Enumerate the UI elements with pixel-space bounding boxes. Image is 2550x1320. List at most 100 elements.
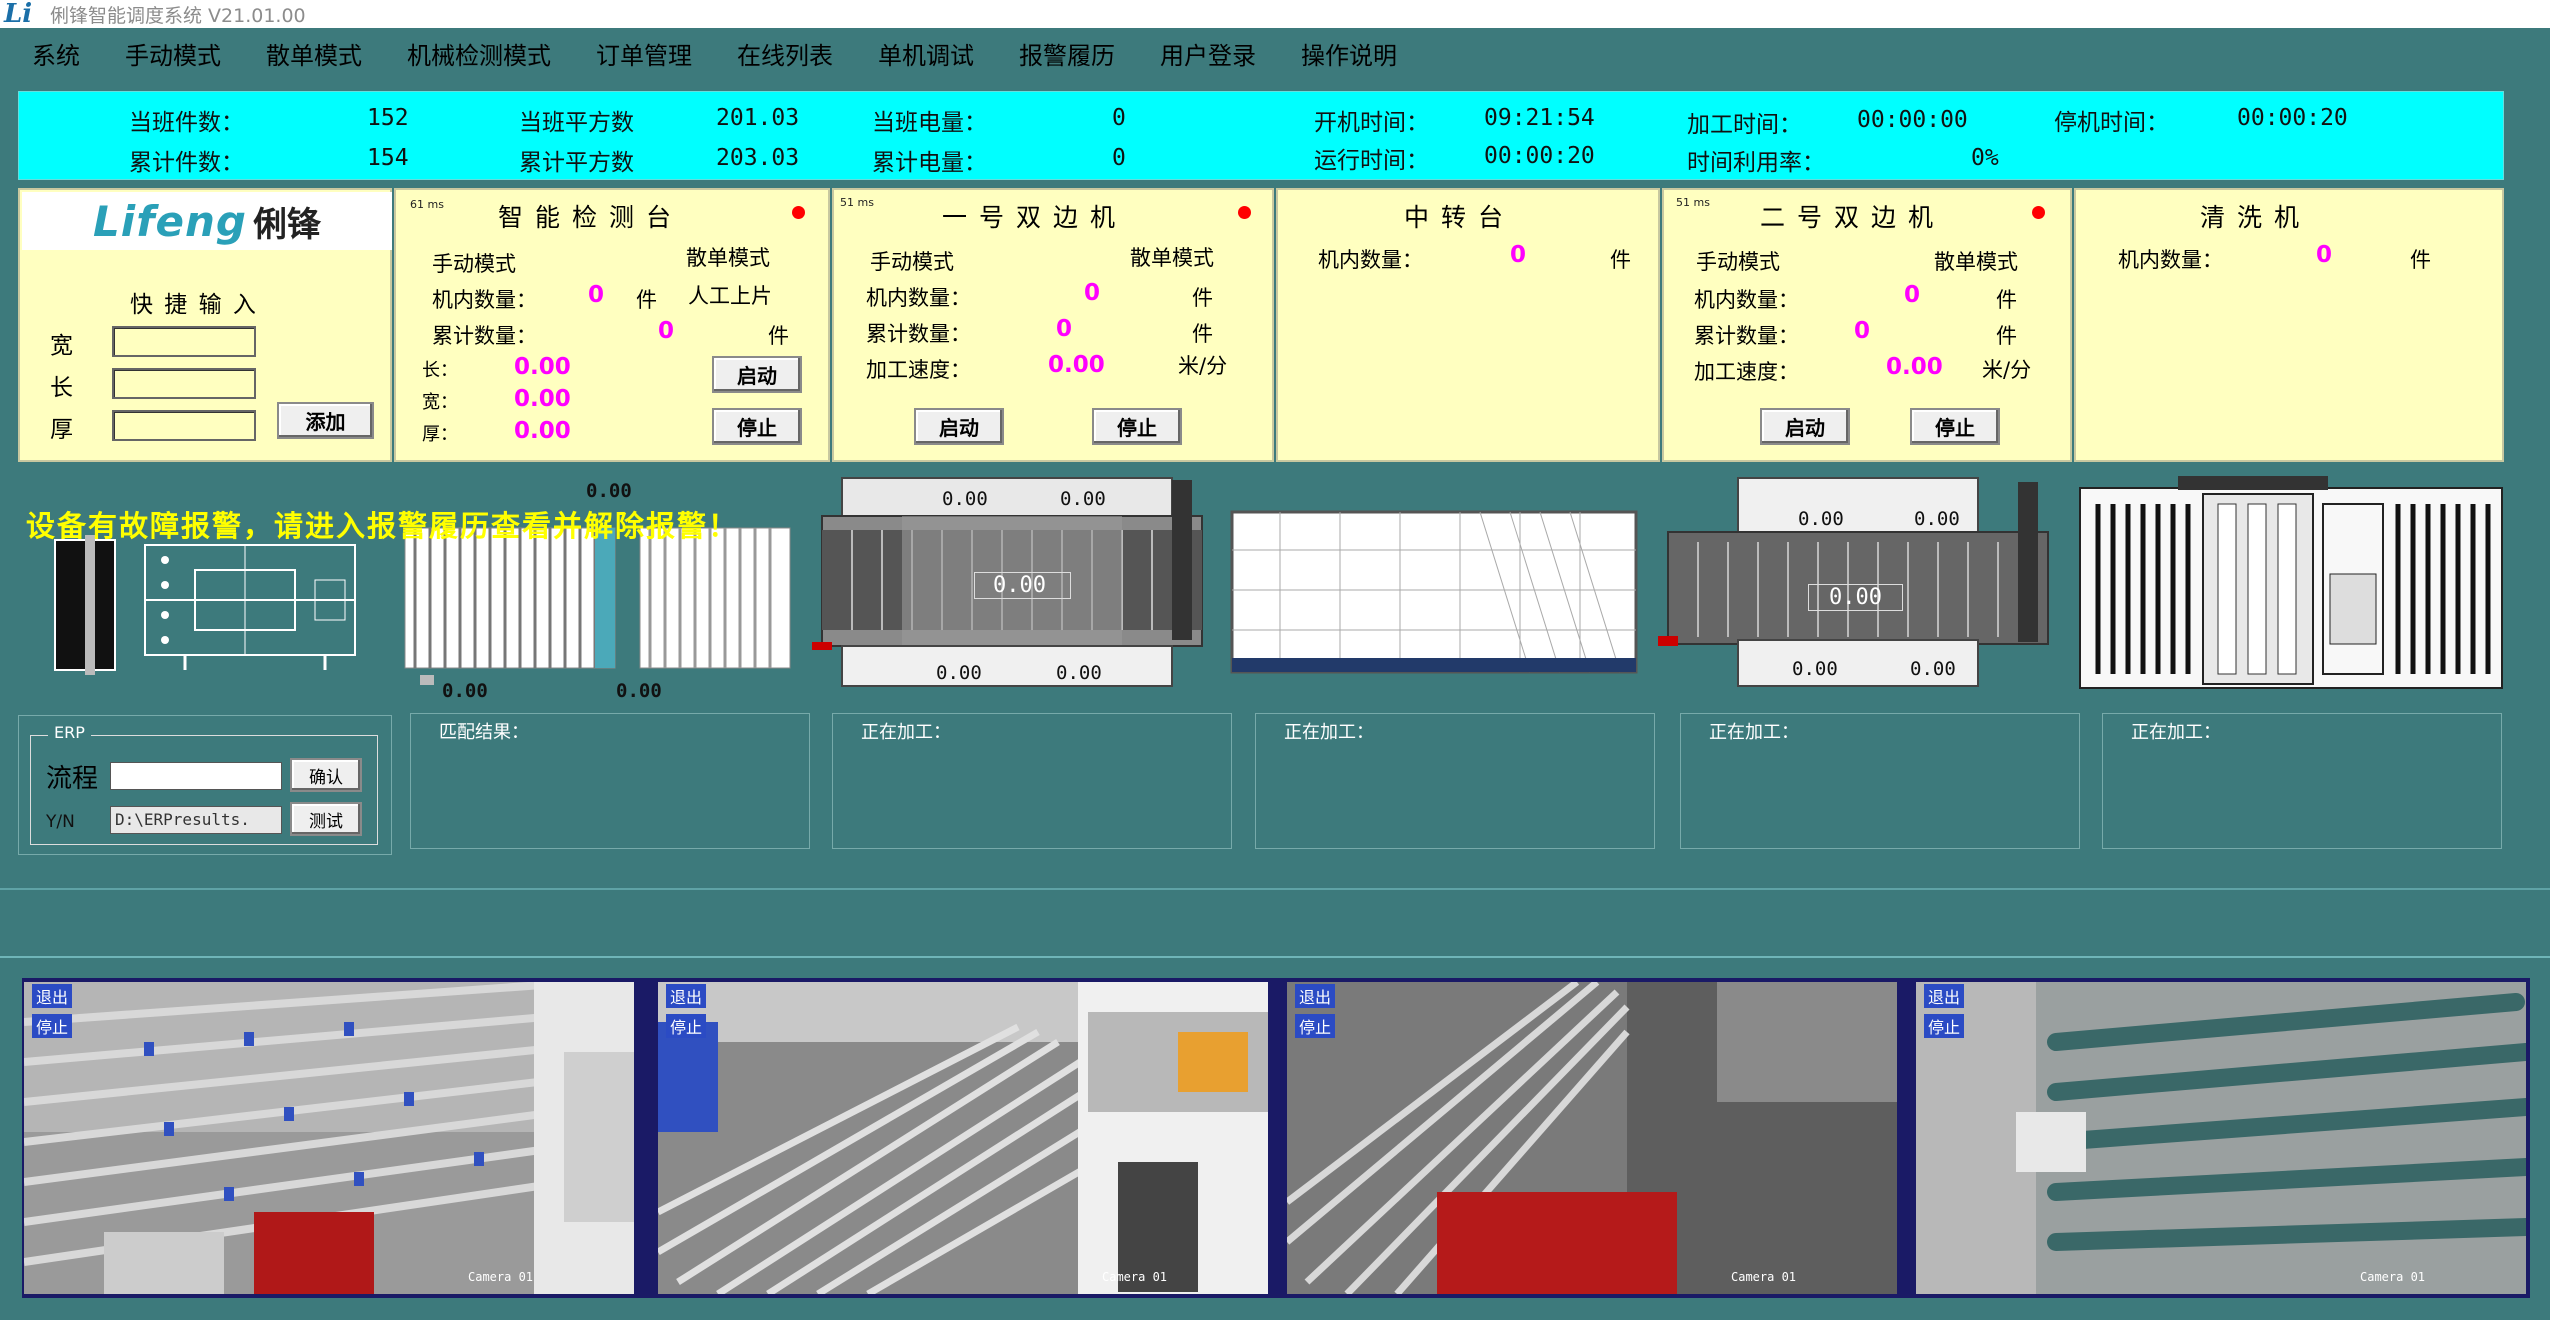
- edger1-bulk-mode: 散单模式: [1130, 246, 1214, 270]
- inspect-start-button[interactable]: 启动: [712, 356, 802, 393]
- total-count-label: 累计件数：: [129, 150, 244, 176]
- edger1-diagram: 0.00 0.00 0.00 0.00 0.00: [812, 470, 1222, 692]
- edger1-stop-button[interactable]: 停止: [1092, 408, 1182, 445]
- match-result-label: 匹配结果：: [439, 722, 529, 743]
- total-count-value: 154: [367, 145, 409, 171]
- thickness-label: 厚: [50, 417, 73, 443]
- washer-inner-label: 机内数量：: [2118, 248, 2223, 272]
- camera-4-stop[interactable]: 停止: [1924, 1014, 1965, 1038]
- processing-label-1: 正在加工：: [861, 722, 951, 743]
- inspect-stop-button[interactable]: 停止: [712, 408, 802, 445]
- camera-3-stop[interactable]: 停止: [1295, 1014, 1336, 1038]
- edger2-speed-unit: 米/分: [1982, 358, 2032, 382]
- edger2-speed-value: 0.00: [1886, 354, 1943, 380]
- transfer-title: 中转台: [1404, 203, 1516, 232]
- camera-1-stop[interactable]: 停止: [32, 1014, 73, 1038]
- edger1-speed-unit: 米/分: [1178, 354, 1228, 378]
- width-input[interactable]: [112, 326, 256, 357]
- e1-tl-value: 0.00: [942, 488, 988, 510]
- edger1-start-button[interactable]: 启动: [914, 408, 1004, 445]
- title-bar: Li 俐锋智能调度系统 V21.01.00: [0, 0, 2550, 29]
- separator-2: [0, 956, 2550, 958]
- inspect-total-value: 0: [658, 318, 675, 344]
- menu-mech-check-mode[interactable]: 机械检测模式: [407, 36, 551, 71]
- processing-label-4: 正在加工：: [2131, 722, 2221, 743]
- menu-user-login[interactable]: 用户登录: [1160, 36, 1256, 71]
- camera-1-exit[interactable]: 退出: [32, 984, 73, 1008]
- inspect-width-label: 宽：: [422, 392, 458, 413]
- edger1-speed-label: 加工速度：: [866, 358, 971, 382]
- edger2-speed-label: 加工速度：: [1694, 360, 1799, 384]
- add-button[interactable]: 添加: [277, 402, 374, 439]
- menu-online-list[interactable]: 在线列表: [737, 36, 833, 71]
- camera-4-name: Camera 01: [2360, 1270, 2426, 1284]
- camera-3-exit[interactable]: 退出: [1295, 984, 1336, 1008]
- erp-process-input[interactable]: [110, 762, 282, 790]
- camera-view-3[interactable]: 退出 停止 Camera 01: [1287, 982, 1897, 1294]
- inspect-inner-label: 机内数量：: [432, 288, 537, 312]
- edger2-title: 二号双边机: [1760, 203, 1946, 232]
- menu-help[interactable]: 操作说明: [1301, 36, 1397, 71]
- edger1-total-label: 累计数量：: [866, 322, 971, 346]
- shift-count-label: 当班件数：: [129, 110, 244, 136]
- edger1-total-unit: 件: [1192, 322, 1213, 346]
- thickness-input[interactable]: [112, 410, 256, 441]
- edger2-total-unit: 件: [1996, 324, 2017, 348]
- menu-unit-debug[interactable]: 单机调试: [878, 36, 974, 71]
- camera-view-4[interactable]: 退出 停止 Camera 01: [1916, 982, 2526, 1294]
- total-area-label: 累计平方数: [519, 150, 634, 176]
- transfer-inner-unit: 件: [1610, 248, 1631, 272]
- edger2-diagram: 0.00 0.00 0.00 0.00 0.00: [1658, 472, 2068, 694]
- e2-tl-value: 0.00: [1798, 508, 1844, 530]
- processing-box-4: 正在加工：: [2102, 713, 2502, 849]
- total-area-value: 203.03: [716, 145, 800, 171]
- edger2-inner-value: 0: [1904, 282, 1921, 308]
- edger2-stop-button[interactable]: 停止: [1910, 408, 2000, 445]
- edger1-ms: 51 ms: [840, 196, 874, 209]
- e1-br-value: 0.00: [1056, 662, 1102, 684]
- menu-manual-mode[interactable]: 手动模式: [125, 36, 221, 71]
- menu-bulk-mode[interactable]: 散单模式: [266, 36, 362, 71]
- menu-bar: 系统 手动模式 散单模式 机械检测模式 订单管理 在线列表 单机调试 报警履历 …: [0, 28, 2550, 78]
- menu-order-mgmt[interactable]: 订单管理: [596, 36, 692, 71]
- inspect-inner-unit: 件: [636, 288, 657, 312]
- inspect-width-value: 0.00: [514, 386, 571, 412]
- loader-diagram: [45, 530, 370, 675]
- brand-logo: Lifeng 俐锋: [22, 192, 392, 250]
- camera-view-1[interactable]: 退出 停止 Camera 01: [24, 982, 634, 1294]
- erp-yn-label: Y/N: [46, 812, 75, 832]
- camera-2-stop[interactable]: 停止: [666, 1014, 707, 1038]
- processing-box-3: 正在加工：: [1680, 713, 2080, 849]
- erp-path-input[interactable]: D:\ERPresults.: [110, 806, 282, 834]
- camera-view-2[interactable]: 退出 停止 Camera 01: [658, 982, 1268, 1294]
- edger1-inner-value: 0: [1084, 280, 1101, 306]
- e2-tr-value: 0.00: [1914, 508, 1960, 530]
- camera-2-exit[interactable]: 退出: [666, 984, 707, 1008]
- total-power-value: 0: [1112, 145, 1126, 171]
- erp-confirm-button[interactable]: 确认: [290, 758, 362, 792]
- app-title: 俐锋智能调度系统 V21.01.00: [50, 4, 306, 27]
- e2-bl-value: 0.00: [1792, 658, 1838, 680]
- insp-top-value: 0.00: [586, 480, 632, 502]
- camera-4-exit[interactable]: 退出: [1924, 984, 1965, 1008]
- edger2-start-button[interactable]: 启动: [1760, 408, 1850, 445]
- menu-alarm-history[interactable]: 报警履历: [1019, 36, 1115, 71]
- process-time-label: 加工时间：: [1687, 112, 1802, 138]
- camera-3-name: Camera 01: [1731, 1270, 1797, 1284]
- run-time-value: 00:00:20: [1484, 143, 1595, 169]
- inspect-status-dot: [792, 206, 805, 219]
- inspect-thick-value: 0.00: [514, 418, 571, 444]
- match-result-box: 匹配结果：: [410, 713, 810, 849]
- inspect-inner-value: 0: [588, 282, 605, 308]
- alarm-banner: 设备有故障报警，请进入报警履历查看并解除报警！: [26, 509, 740, 543]
- edger2-bulk-mode: 散单模式: [1934, 250, 2018, 274]
- stats-bar: 当班件数： 152 累计件数： 154 当班平方数 201.03 累计平方数 2…: [18, 91, 2504, 180]
- menu-system[interactable]: 系统: [32, 36, 80, 71]
- transfer-diagram: [1230, 510, 1638, 680]
- camera-strip: 退出 停止 Camera 01 退出 停止 Camera 01 退出 停止 Ca…: [22, 978, 2530, 1298]
- erp-test-button[interactable]: 测试: [290, 802, 362, 836]
- insp-bl-value: 0.00: [442, 680, 488, 700]
- length-input[interactable]: [112, 368, 256, 399]
- edger1-title: 一号双边机: [942, 203, 1128, 232]
- inspect-manual-load: 人工上片: [688, 284, 772, 308]
